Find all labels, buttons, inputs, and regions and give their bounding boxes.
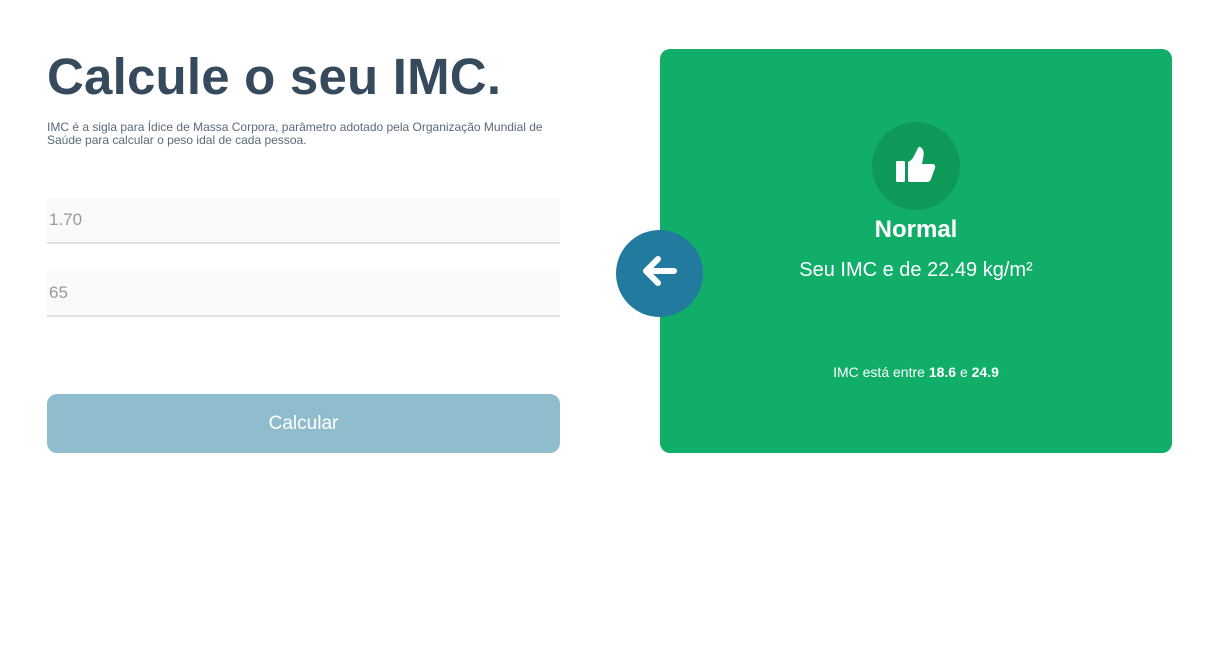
weight-input[interactable] [47, 271, 560, 315]
imc-calculator-page: Calcule o seu IMC. IMC é a sigla para Íd… [0, 0, 1217, 657]
range-prefix: IMC está entre [833, 364, 925, 380]
height-field [47, 198, 560, 244]
thumbs-up-icon [896, 146, 936, 187]
range-max: 24.9 [971, 364, 999, 380]
result-icon-badge [872, 122, 960, 210]
result-level: Normal [874, 216, 958, 243]
height-input[interactable] [47, 198, 560, 242]
range-joiner: e [959, 364, 968, 380]
result-card: Normal Seu IMC e de 22.49 kg/m² IMC está… [660, 49, 1172, 453]
weight-field [47, 271, 560, 317]
range-min: 18.6 [928, 364, 957, 380]
result-imc-value: Seu IMC e de 22.49 kg/m² [799, 259, 1033, 281]
result-range: IMC está entre 18.6 e 24.9 [660, 363, 1172, 381]
back-button[interactable] [616, 230, 703, 317]
calculate-button[interactable]: Calcular [47, 394, 560, 453]
arrow-left-icon [642, 256, 677, 291]
page-description: IMC é a sigla para Ídice de Massa Corpor… [47, 120, 543, 147]
calculator-form: Calcule o seu IMC. IMC é a sigla para Íd… [47, 48, 560, 453]
page-title: Calcule o seu IMC. [47, 48, 502, 105]
